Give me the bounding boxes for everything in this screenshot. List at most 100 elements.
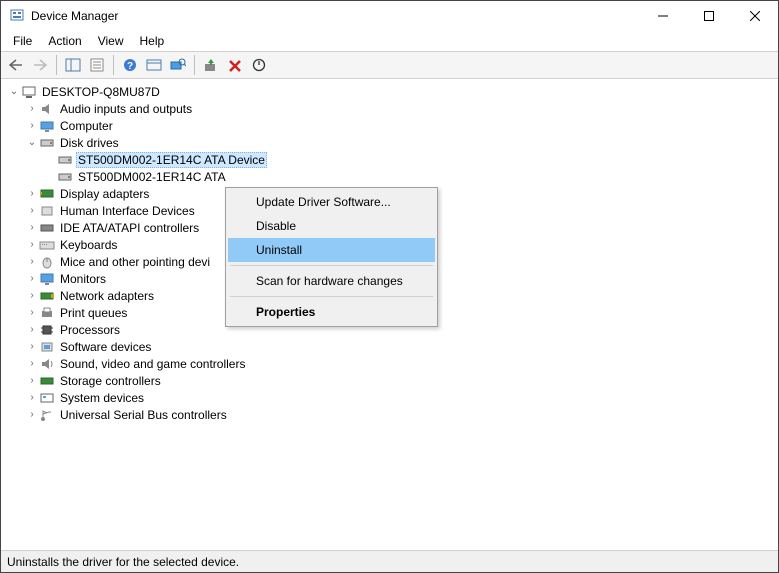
menu-bar: File Action View Help [1,31,778,51]
ctx-properties[interactable]: Properties [228,300,435,324]
update-driver-button[interactable] [200,54,222,76]
toolbar: ? [1,51,778,79]
expand-icon[interactable]: › [25,306,39,320]
app-icon [9,8,25,24]
expand-icon[interactable]: › [25,391,39,405]
forward-button[interactable] [29,54,51,76]
ctx-uninstall[interactable]: Uninstall [228,238,435,262]
back-button[interactable] [5,54,27,76]
tree-label: Software devices [58,340,153,354]
expand-icon[interactable]: › [25,102,39,116]
expand-icon[interactable]: › [25,323,39,337]
tree-label: Processors [58,323,122,337]
uninstall-button[interactable] [224,54,246,76]
tree-label: Disk drives [58,136,121,150]
spacer [43,153,57,167]
mouse-icon [39,254,55,270]
disk-drive-icon [57,169,73,185]
expand-icon[interactable]: › [25,204,39,218]
storage-controller-icon [39,373,55,389]
hid-icon [39,203,55,219]
spacer [43,170,57,184]
toolbar-separator [194,55,195,75]
ctx-disable[interactable]: Disable [228,214,435,238]
expand-icon[interactable]: › [25,187,39,201]
ctx-update-driver[interactable]: Update Driver Software... [228,190,435,214]
toolbar-separator [113,55,114,75]
tree-label: IDE ATA/ATAPI controllers [58,221,201,235]
context-separator [230,265,433,266]
expand-icon[interactable]: › [25,374,39,388]
tree-label: Audio inputs and outputs [58,102,194,116]
disable-button[interactable] [248,54,270,76]
monitor-icon [39,271,55,287]
expand-icon[interactable]: › [25,255,39,269]
expand-icon[interactable]: › [25,272,39,286]
display-adapter-icon [39,186,55,202]
expand-icon[interactable]: › [25,340,39,354]
window-controls [640,1,778,31]
tree-root[interactable]: ⌄ DESKTOP-Q8MU87D [3,83,776,100]
tree-item-disk-2[interactable]: ST500DM002-1ER14C ATA [3,168,776,185]
collapse-icon[interactable]: ⌄ [25,136,39,150]
maximize-button[interactable] [686,1,732,31]
tree-item-software[interactable]: › Software devices [3,338,776,355]
audio-icon [39,101,55,117]
sound-controller-icon [39,356,55,372]
tree-label: Network adapters [58,289,156,303]
network-adapter-icon [39,288,55,304]
tree-item-disk-drives[interactable]: ⌄ Disk drives [3,134,776,151]
ide-controller-icon [39,220,55,236]
tree-item-storage[interactable]: › Storage controllers [3,372,776,389]
tree-label: Computer [58,119,115,133]
tree-label: Sound, video and game controllers [58,357,247,371]
tree-label: Storage controllers [58,374,163,388]
collapse-icon[interactable]: ⌄ [7,85,21,99]
expand-icon[interactable]: › [25,238,39,252]
tree-label: System devices [58,391,146,405]
tree-label: ST500DM002-1ER14C ATA [76,170,228,184]
expand-icon[interactable]: › [25,221,39,235]
minimize-button[interactable] [640,1,686,31]
help-button[interactable]: ? [119,54,141,76]
expand-icon[interactable]: › [25,119,39,133]
scan-hardware-button[interactable] [167,54,189,76]
menu-view[interactable]: View [90,32,132,50]
usb-controller-icon [39,407,55,423]
disk-drive-icon [57,152,73,168]
ctx-scan-hardware[interactable]: Scan for hardware changes [228,269,435,293]
device-tree[interactable]: ⌄ DESKTOP-Q8MU87D › Audio inputs and out… [1,79,778,550]
expand-icon[interactable]: › [25,289,39,303]
window-title: Device Manager [31,9,640,23]
menu-action[interactable]: Action [40,32,89,50]
view-button[interactable] [143,54,165,76]
computer-icon [21,84,37,100]
close-button[interactable] [732,1,778,31]
tree-item-sound[interactable]: › Sound, video and game controllers [3,355,776,372]
context-menu: Update Driver Software... Disable Uninst… [225,187,438,327]
status-text: Uninstalls the driver for the selected d… [7,555,239,569]
tree-item-system[interactable]: › System devices [3,389,776,406]
tree-item-computer[interactable]: › Computer [3,117,776,134]
tree-item-usb[interactable]: › Universal Serial Bus controllers [3,406,776,423]
svg-text:?: ? [127,61,133,72]
tree-label: DESKTOP-Q8MU87D [40,85,162,99]
properties-button[interactable] [86,54,108,76]
tree-label: Human Interface Devices [58,204,197,218]
menu-file[interactable]: File [5,32,40,50]
expand-icon[interactable]: › [25,408,39,422]
tree-label: ST500DM002-1ER14C ATA Device [76,152,267,168]
system-device-icon [39,390,55,406]
processor-icon [39,322,55,338]
printer-icon [39,305,55,321]
menu-help[interactable]: Help [132,32,173,50]
tree-label: Keyboards [58,238,119,252]
title-bar: Device Manager [1,1,778,31]
tree-item-audio[interactable]: › Audio inputs and outputs [3,100,776,117]
expand-icon[interactable]: › [25,357,39,371]
show-hide-button[interactable] [62,54,84,76]
keyboard-icon [39,237,55,253]
tree-label: Monitors [58,272,108,286]
software-device-icon [39,339,55,355]
tree-item-disk-1[interactable]: ST500DM002-1ER14C ATA Device [3,151,776,168]
